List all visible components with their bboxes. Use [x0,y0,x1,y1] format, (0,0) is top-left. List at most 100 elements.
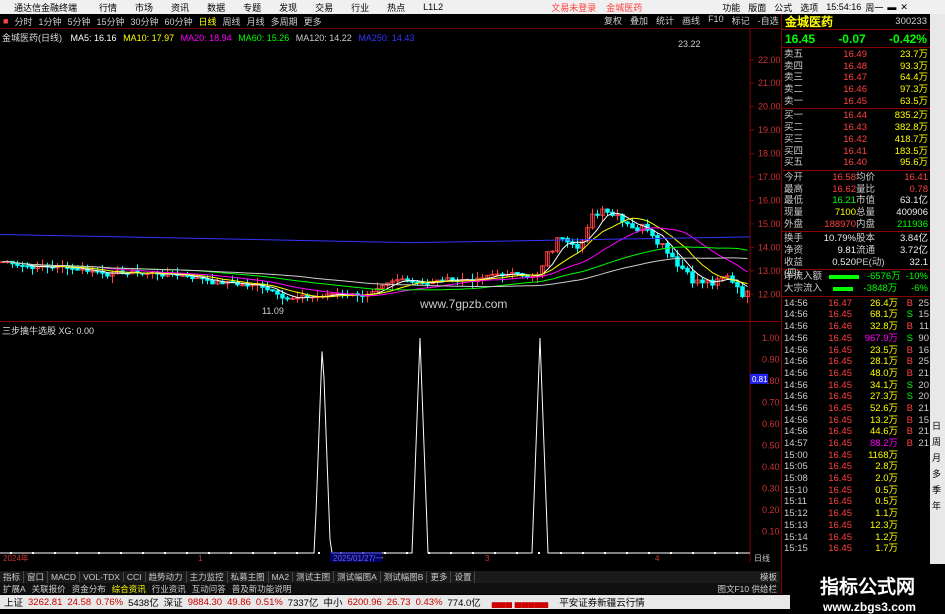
tick-time: 15:00 [784,449,808,461]
tab-industry-news[interactable]: 行业资讯 [149,583,189,595]
menu-news[interactable]: 资讯 [171,1,189,14]
period-more[interactable]: 更多 [304,15,322,28]
period-month[interactable]: 月线 [247,15,265,28]
period-5m[interactable]: 5分钟 [67,15,90,28]
ask-3[interactable]: 卖三 16.47 64.4万 [782,72,930,84]
signal-dot [714,552,716,554]
sh-name[interactable]: 上证 [4,595,23,609]
tick-volume: 1168万 [868,449,898,461]
signal-dot [428,552,430,554]
menu-hot[interactable]: 热点 [387,1,405,14]
tool-overlay[interactable]: 叠加 [630,14,648,29]
tick-side [898,543,913,555]
tab-fund[interactable]: 资金分布 [69,583,109,595]
side-period-4[interactable]: 季 [932,483,941,496]
bid-4[interactable]: 买四 16.41 183.5万 [782,146,930,158]
menu-topic[interactable]: 专题 [243,1,261,14]
tab-test-b[interactable]: 测试幅图B [381,571,428,583]
tool-stats[interactable]: 统计 [656,14,674,29]
tab-qa[interactable]: 互动问答 [189,583,229,595]
tool-watchlist[interactable]: -自选 [758,14,779,29]
tab-trend[interactable]: 趋势动力 [146,571,187,583]
tool-mark[interactable]: 标记 [732,14,750,29]
indicator-chart[interactable]: 1.000.900.800.700.600.500.400.300.200.10… [0,322,780,562]
ask-4[interactable]: 卖四 16.48 93.3万 [782,61,930,73]
price-chart[interactable]: 22.00 21.00 20.00 19.00 18.00 17.00 16.00 15.00… [0,29,780,322]
tab-macd[interactable]: MACD [48,572,81,582]
tab-ma2[interactable]: MA2 [269,572,294,582]
chart-type-icon[interactable]: ■ [3,16,8,26]
menu-options[interactable]: 选项 [800,1,818,14]
tab-ext[interactable]: 扩展A [0,583,29,595]
bid-book: 买一 16.44 835.2万 买二 16.43 382.8万 买三 16.42 418.7… [782,109,930,171]
tab-related[interactable]: 关联报价 [29,583,69,595]
side-period-0[interactable]: 日 [932,419,941,432]
period-60m[interactable]: 60分钟 [165,15,193,28]
side-period-2[interactable]: 月 [932,451,941,464]
price-tick-label: 22.00 [758,55,780,65]
period-day[interactable]: 日线 [199,15,217,28]
cy-name[interactable]: 中小 [323,595,342,609]
menu-industry[interactable]: 行业 [351,1,369,14]
signal-dot [32,552,34,554]
period-15m[interactable]: 15分钟 [96,15,124,28]
tool-draw[interactable]: 画线 [682,14,700,29]
bid-2[interactable]: 买二 16.43 382.8万 [782,122,930,134]
tool-f10[interactable]: F10 [708,14,724,29]
tick-row: 14:56 16.46 32.8万 B 11 [782,321,930,333]
login-notice[interactable]: 文易未登录 [551,1,596,14]
close-icon[interactable]: ✕ [900,2,908,13]
candle-body [605,208,610,213]
tab-test-main[interactable]: 测试主图 [293,571,335,583]
cy-amount: 774.0亿 [447,598,481,609]
tab-main-monitor[interactable]: 主力监控 [187,571,228,583]
period-30m[interactable]: 30分钟 [131,15,159,28]
period-multi[interactable]: 多周期 [271,15,298,28]
tab-vol[interactable]: VOL-TDX [80,572,124,582]
tab-window[interactable]: 窗口 [24,571,49,583]
bid-label: 买二 [784,122,804,134]
ask-5[interactable]: 卖五 16.49 23.7万 [782,49,930,61]
tab-news[interactable]: 综合资讯 [109,583,149,595]
candle-body [80,268,85,271]
tab-new-features[interactable]: 普及新功能说明 [229,583,295,595]
menu-data[interactable]: 数据 [207,1,225,14]
menu-market[interactable]: 市场 [135,1,153,14]
tab-more[interactable]: 更多 [427,571,452,583]
ask-1[interactable]: 卖一 16.45 63.5万 [782,96,930,108]
bid-5[interactable]: 买五 16.40 95.6万 [782,157,930,169]
sz-name[interactable]: 深证 [164,595,183,609]
menu-function[interactable]: 功能 [722,1,740,14]
menu-quotes[interactable]: 行情 [99,1,117,14]
tab-template[interactable]: 模板 [757,571,780,583]
tab-private[interactable]: 私募主图 [228,571,269,583]
tab-test-a[interactable]: 测试幅图A [334,571,381,583]
tick-list[interactable]: 14:56 16.47 26.4万 B 25 14:56 16.45 68.1万 S 15 14:5… [782,297,930,556]
side-period-5[interactable]: 年 [932,499,941,512]
bid-volume: 183.5万 [894,145,928,157]
tab-settings[interactable]: 设置 [451,571,476,583]
tool-restore[interactable]: 复权 [604,14,622,29]
tick-time: 14:56 [784,344,808,356]
side-period-3[interactable]: 多 [932,467,941,480]
period-week[interactable]: 周线 [223,15,241,28]
tab-f10-text[interactable]: 图文F10 供给栏 [714,583,780,595]
tab-cci[interactable]: CCI [124,572,146,582]
menu-trade[interactable]: 交易 [315,1,333,14]
side-period-1[interactable]: 周 [932,435,941,448]
candle-body [90,270,95,273]
bid-1[interactable]: 买一 16.44 835.2万 [782,110,930,122]
menu-discover[interactable]: 发现 [279,1,297,14]
ask-2[interactable]: 卖二 16.46 97.3万 [782,84,930,96]
period-tick[interactable]: 分时 [14,15,32,28]
bid-3[interactable]: 买三 16.42 418.7万 [782,134,930,146]
tick-side [898,485,913,497]
tab-indicator[interactable]: 指标 [0,571,25,583]
minimize-icon[interactable]: ▬ [887,2,896,12]
candle-body [265,286,270,291]
menu-layout[interactable]: 版面 [748,1,766,14]
menu-l1l2[interactable]: L1L2 [423,2,443,12]
menu-formula[interactable]: 公式 [774,1,792,14]
ma250-label: MA250: 14.43 [358,33,415,43]
period-1m[interactable]: 1分钟 [38,15,61,28]
